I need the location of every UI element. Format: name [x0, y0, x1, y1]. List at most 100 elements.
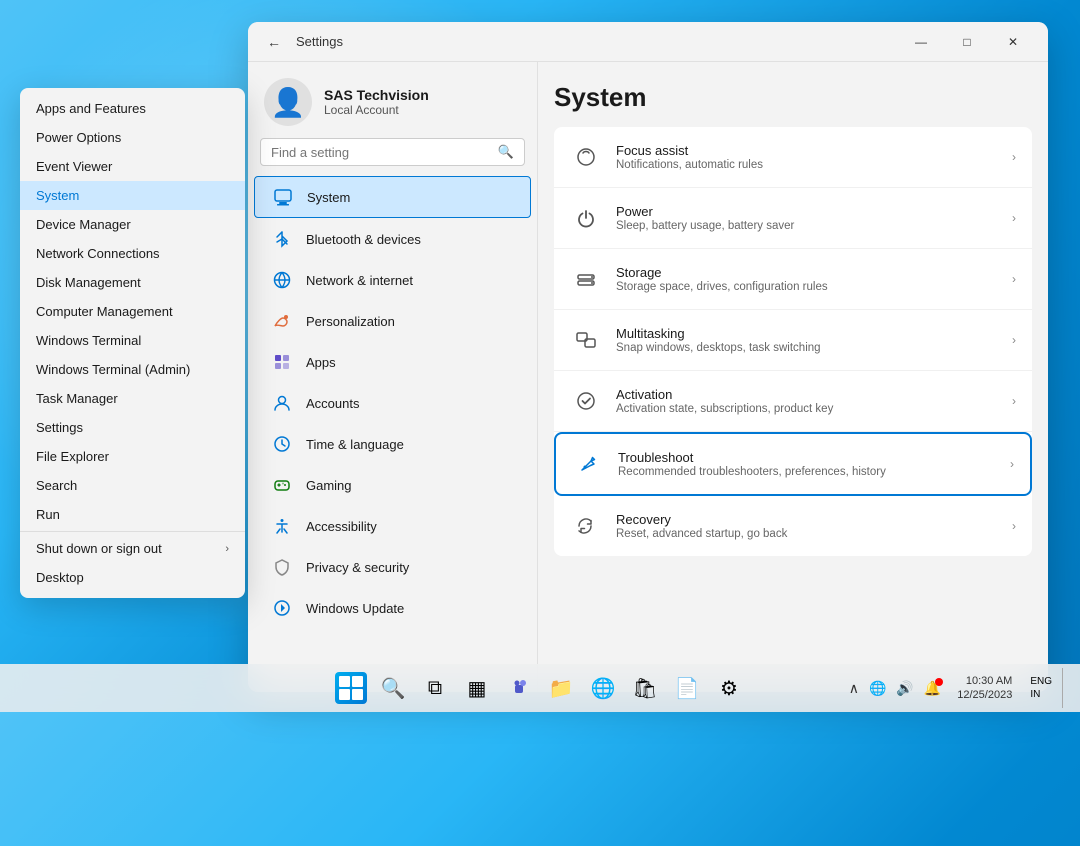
settings-item-recovery[interactable]: RecoveryReset, advanced startup, go back… [554, 496, 1032, 556]
file-explorer-taskbar[interactable]: 📁 [541, 668, 581, 708]
context-menu-label: Run [36, 507, 60, 522]
system-clock[interactable]: 10:30 AM 12/25/2023 [949, 670, 1020, 707]
context-menu-item-power-options[interactable]: Power Options [20, 123, 245, 152]
close-button[interactable]: ✕ [990, 26, 1036, 58]
chevron-right-icon: › [1012, 394, 1016, 408]
settings-item-multitasking[interactable]: MultitaskingSnap windows, desktops, task… [554, 310, 1032, 371]
context-menu-item-apps-features[interactable]: Apps and Features [20, 94, 245, 123]
context-menu-item-windows-terminal-admin[interactable]: Windows Terminal (Admin) [20, 355, 245, 384]
settings-item-activation[interactable]: ActivationActivation state, subscription… [554, 371, 1032, 432]
minimize-button[interactable]: — [898, 26, 944, 58]
context-menu-item-settings[interactable]: Settings [20, 413, 245, 442]
settings-item-storage[interactable]: StorageStorage space, drives, configurat… [554, 249, 1032, 310]
power-desc: Sleep, battery usage, battery saver [616, 220, 998, 232]
settings-sidebar: 👤 SAS Techvision Local Account 🔍 System B… [248, 62, 538, 692]
clock-date: 12/25/2023 [957, 688, 1012, 702]
context-menu-item-desktop[interactable]: Desktop [20, 563, 245, 592]
focus-assist-desc: Notifications, automatic rules [616, 159, 998, 171]
task-view-button[interactable]: ⧉ [415, 668, 455, 708]
title-bar: ← Settings — □ ✕ [248, 22, 1048, 62]
sidebar-item-windows-update[interactable]: Windows Update [254, 588, 531, 628]
context-menu-item-event-viewer[interactable]: Event Viewer [20, 152, 245, 181]
nav-item-label-windows-update: Windows Update [306, 601, 404, 616]
context-menu-label: Event Viewer [36, 159, 112, 174]
sidebar-item-network[interactable]: Network & internet [254, 260, 531, 300]
search-button[interactable]: 🔍 [373, 668, 413, 708]
clock-time: 10:30 AM [957, 674, 1012, 688]
store-taskbar[interactable]: 🛍 [625, 668, 665, 708]
settings-window: ← Settings — □ ✕ 👤 SAS Techvision Local … [248, 22, 1048, 692]
nav-item-label-gaming: Gaming [306, 478, 352, 493]
show-desktop-button[interactable] [1062, 668, 1068, 708]
start-button[interactable] [331, 668, 371, 708]
lang-indicator[interactable]: ENG IN [1024, 673, 1058, 703]
widgets-button[interactable]: ▦ [457, 668, 497, 708]
teams-button[interactable] [499, 668, 539, 708]
context-menu-item-task-manager[interactable]: Task Manager [20, 384, 245, 413]
edge-taskbar[interactable]: 🌐 [583, 668, 623, 708]
context-menu-label: Settings [36, 420, 83, 435]
chevron-icon[interactable]: ∧ [845, 676, 863, 701]
recovery-title: Recovery [616, 512, 998, 527]
sidebar-item-apps[interactable]: Apps [254, 342, 531, 382]
search-icon: 🔍 [498, 144, 514, 160]
chevron-right-icon: › [1012, 211, 1016, 225]
activation-text: ActivationActivation state, subscription… [616, 387, 998, 415]
audio-icon[interactable]: 🔊 [892, 676, 917, 701]
recovery-text: RecoveryReset, advanced startup, go back [616, 512, 998, 540]
chevron-right-icon: › [1012, 272, 1016, 286]
settings-item-power[interactable]: PowerSleep, battery usage, battery saver… [554, 188, 1032, 249]
context-menu-item-shut-down[interactable]: Shut down or sign out› [20, 534, 245, 563]
context-menu-item-file-explorer[interactable]: File Explorer [20, 442, 245, 471]
user-profile[interactable]: 👤 SAS Techvision Local Account [248, 62, 537, 138]
power-title: Power [616, 204, 998, 219]
region-text: IN [1030, 688, 1052, 701]
activation-title: Activation [616, 387, 998, 402]
nav-item-label-system: System [307, 190, 350, 205]
context-menu-label: Disk Management [36, 275, 141, 290]
network-icon[interactable]: 🌐 [865, 676, 890, 701]
sidebar-item-bluetooth[interactable]: Bluetooth & devices [254, 219, 531, 259]
settings-item-focus-assist[interactable]: Focus assistNotifications, automatic rul… [554, 127, 1032, 188]
context-menu-item-computer-management[interactable]: Computer Management [20, 297, 245, 326]
context-menu-item-device-manager[interactable]: Device Manager [20, 210, 245, 239]
windows-update-icon [270, 596, 294, 620]
context-menu-label: Windows Terminal [36, 333, 141, 348]
sidebar-item-accounts[interactable]: Accounts [254, 383, 531, 423]
settings-item-troubleshoot[interactable]: TroubleshootRecommended troubleshooters,… [554, 432, 1032, 496]
multitasking-text: MultitaskingSnap windows, desktops, task… [616, 326, 998, 354]
sidebar-item-system[interactable]: System [254, 176, 531, 218]
settings-taskbar[interactable]: ⚙ [709, 668, 749, 708]
chevron-right-icon: › [1010, 457, 1014, 471]
back-button[interactable]: ← [260, 28, 288, 56]
window-controls: — □ ✕ [898, 26, 1036, 58]
sidebar-item-gaming[interactable]: Gaming [254, 465, 531, 505]
mail-taskbar[interactable]: 📄 [667, 668, 707, 708]
context-menu-item-windows-terminal[interactable]: Windows Terminal [20, 326, 245, 355]
context-menu-item-run[interactable]: Run [20, 500, 245, 529]
sidebar-item-privacy[interactable]: Privacy & security [254, 547, 531, 587]
search-input[interactable] [271, 145, 490, 160]
sidebar-item-personalization[interactable]: Personalization [254, 301, 531, 341]
lang-text: ENG [1030, 675, 1052, 688]
submenu-arrow-icon: › [225, 543, 229, 555]
system-icon [271, 185, 295, 209]
chevron-right-icon: › [1012, 333, 1016, 347]
taskbar-center: 🔍 ⧉ ▦ 📁 🌐 🛍 📄 ⚙ [331, 668, 749, 708]
context-menu-label: Network Connections [36, 246, 160, 261]
taskbar-right: ∧ 🌐 🔊 🔔 10:30 AM 12/25/2023 ENG IN [845, 668, 1068, 708]
maximize-button[interactable]: □ [944, 26, 990, 58]
context-menu-item-network-connections[interactable]: Network Connections [20, 239, 245, 268]
context-menu-item-disk-management[interactable]: Disk Management [20, 268, 245, 297]
context-menu-label: System [36, 188, 79, 203]
sidebar-item-accessibility[interactable]: Accessibility [254, 506, 531, 546]
context-menu-label: Device Manager [36, 217, 131, 232]
personalization-icon [270, 309, 294, 333]
context-menu-item-system[interactable]: System [20, 181, 245, 210]
context-menu-label: Task Manager [36, 391, 118, 406]
activation-settings-icon [570, 385, 602, 417]
notification-icon[interactable]: 🔔 [920, 676, 945, 701]
search-bar[interactable]: 🔍 [260, 138, 525, 166]
sidebar-item-time-language[interactable]: Time & language [254, 424, 531, 464]
context-menu-item-search[interactable]: Search [20, 471, 245, 500]
